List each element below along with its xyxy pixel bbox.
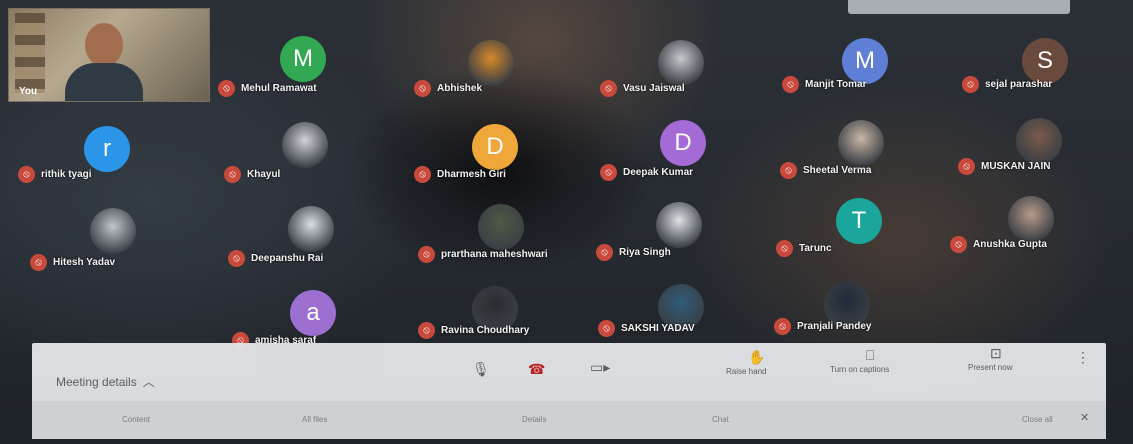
- participant-avatar[interactable]: M: [280, 36, 326, 82]
- video-grid: You M ⦸ Mehul Ramawat ⦸ Abhishek ⦸ Vasu Jaiswa…: [0, 0, 1133, 444]
- participant-name-row: ⦸ Mehul Ramawat: [218, 80, 317, 97]
- participant-avatar[interactable]: D: [660, 120, 706, 166]
- mic-off-icon: ⦸: [18, 166, 35, 183]
- call-end-icon[interactable]: ☎: [528, 361, 545, 378]
- raise-hand-label[interactable]: Raise hand: [726, 367, 766, 376]
- participant-name-row: ⦸ Sheetal Verma: [780, 162, 871, 179]
- raise-hand-icon[interactable]: ✋: [748, 349, 765, 366]
- strip-item[interactable]: Chat: [712, 415, 729, 424]
- participant-name-row: ⦸ rithik tyagi: [18, 166, 92, 183]
- participant-name: SAKSHI YADAV: [621, 323, 695, 334]
- self-body: [65, 63, 143, 101]
- captions-label[interactable]: Turn on captions: [830, 365, 889, 374]
- mic-off-icon: ⦸: [596, 244, 613, 261]
- participant-name-row: ⦸ Pranjali Pandey: [774, 318, 871, 335]
- mic-off-icon: ⦸: [414, 166, 431, 183]
- participant-name: Vasu Jaiswal: [623, 83, 685, 94]
- strip-item[interactable]: Details: [522, 415, 546, 424]
- captions-icon[interactable]: ⎕: [866, 347, 874, 364]
- participant-name: Anushka Gupta: [973, 239, 1047, 250]
- participant-name: Riya Singh: [619, 247, 671, 258]
- participant-name: Mehul Ramawat: [241, 83, 317, 94]
- participant-name: Khayul: [247, 169, 281, 180]
- participant-name: Abhishek: [437, 83, 483, 94]
- participant-name: rithik tyagi: [41, 169, 92, 180]
- participant-name-row: ⦸ Tarunc: [776, 240, 832, 257]
- participant-name-row: ⦸ Ravina Choudhary: [418, 322, 529, 339]
- strip-item[interactable]: Content: [122, 415, 150, 424]
- participant-avatar[interactable]: D: [472, 124, 518, 170]
- participant-name-row: ⦸ Hitesh Yadav: [30, 254, 115, 271]
- mic-off-icon: ⦸: [600, 80, 617, 97]
- participant-name: Hitesh Yadav: [53, 257, 116, 268]
- participant-name-row: ⦸ prarthana maheshwari: [418, 246, 548, 263]
- participant-name: Pranjali Pandey: [797, 321, 872, 332]
- meeting-details-label: Meeting details: [56, 375, 137, 389]
- participant-avatar[interactable]: T: [836, 198, 882, 244]
- participant-name: Tarunc: [799, 243, 832, 254]
- present-label[interactable]: Present now: [968, 363, 1012, 372]
- participant-name-row: ⦸ Khayul: [224, 166, 280, 183]
- mic-off-icon: ⦸: [600, 164, 617, 181]
- mic-off-icon: ⦸: [418, 322, 435, 339]
- self-avatar: [85, 23, 123, 67]
- mic-off-icon: ⦸: [780, 162, 797, 179]
- mic-off-icon: ⦸: [218, 80, 235, 97]
- mic-off-icon: ⦸: [598, 320, 615, 337]
- bottom-control-bar: Meeting details ︿ 🎙 ☎ ▭▸ ✋ Raise hand ⎕ T…: [32, 343, 1106, 439]
- mic-off-icon: ⦸: [414, 80, 431, 97]
- strip-item[interactable]: All files: [302, 415, 327, 424]
- background-shelf: [15, 13, 45, 93]
- mic-off-icon: ⦸: [950, 236, 967, 253]
- mic-off-icon: ⦸: [962, 76, 979, 93]
- participant-avatar[interactable]: [90, 208, 136, 254]
- participant-name: MUSKAN JAIN: [981, 161, 1051, 172]
- participant-name-row: ⦸ Riya Singh: [596, 244, 671, 261]
- self-video-tile[interactable]: You: [8, 8, 210, 102]
- meeting-details-button[interactable]: Meeting details ︿: [56, 373, 155, 390]
- participant-name-row: ⦸ Vasu Jaiswal: [600, 80, 685, 97]
- participant-name: Manjit Tomar: [805, 79, 867, 90]
- participant-name-row: ⦸ MUSKAN JAIN: [958, 158, 1050, 175]
- participant-name-row: ⦸ Abhishek: [414, 80, 482, 97]
- mic-off-icon: ⦸: [228, 250, 245, 267]
- participant-avatar[interactable]: [282, 122, 328, 168]
- close-icon[interactable]: ✕: [1080, 411, 1089, 424]
- mic-off-icon: ⦸: [782, 76, 799, 93]
- participant-name: Dharmesh Giri: [437, 169, 506, 180]
- chevron-up-icon: ︿: [142, 375, 155, 389]
- participant-name-row: ⦸ Deepanshu Rai: [228, 250, 323, 267]
- mic-off-icon: ⦸: [224, 166, 241, 183]
- participant-name: sejal parashar: [985, 79, 1053, 90]
- strip-item[interactable]: Close all: [1022, 415, 1053, 424]
- participant-name-row: ⦸ Dharmesh Giri: [414, 166, 506, 183]
- participant-name-row: ⦸ sejal parashar: [962, 76, 1052, 93]
- top-info-strip: [848, 0, 1070, 14]
- participant-name-row: ⦸ Anushka Gupta: [950, 236, 1047, 253]
- participant-name-row: ⦸ Deepak Kumar: [600, 164, 693, 181]
- mic-off-icon: ⦸: [958, 158, 975, 175]
- participant-name: Ravina Choudhary: [441, 325, 530, 336]
- more-vert-icon[interactable]: ⋮: [1076, 349, 1090, 366]
- participant-avatar[interactable]: [838, 120, 884, 166]
- mic-off-icon: ⦸: [30, 254, 47, 271]
- present-icon[interactable]: ⊡: [990, 345, 1002, 362]
- participant-name: Deepanshu Rai: [251, 253, 324, 264]
- participant-avatar[interactable]: [288, 206, 334, 252]
- mic-off-icon: ⦸: [418, 246, 435, 263]
- participant-avatar[interactable]: a: [290, 290, 336, 336]
- participant-name: Sheetal Verma: [803, 165, 872, 176]
- participant-avatar[interactable]: [478, 204, 524, 250]
- mic-off-icon: ⦸: [774, 318, 791, 335]
- mic-icon[interactable]: 🎙: [472, 361, 490, 378]
- participant-avatar[interactable]: [656, 202, 702, 248]
- camera-icon[interactable]: ▭▸: [590, 359, 610, 376]
- participant-name-row: ⦸ SAKSHI YADAV: [598, 320, 695, 337]
- self-label: You: [19, 86, 38, 97]
- mic-off-icon: ⦸: [776, 240, 793, 257]
- participant-name-row: ⦸ Manjit Tomar: [782, 76, 866, 93]
- bottom-strip: Content All files Details Chat Close all…: [32, 401, 1106, 439]
- participant-name: Deepak Kumar: [623, 167, 694, 178]
- participant-name: prarthana maheshwari: [441, 249, 548, 260]
